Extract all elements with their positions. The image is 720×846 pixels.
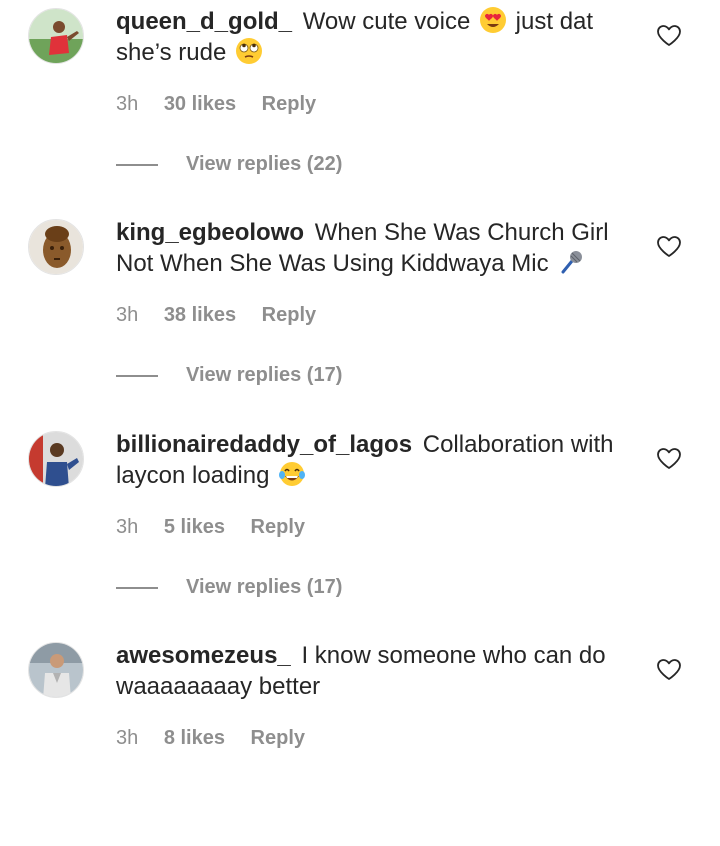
tears-of-joy-emoji-icon xyxy=(278,460,306,488)
reply-button[interactable]: Reply xyxy=(251,516,305,538)
reply-button[interactable]: Reply xyxy=(262,93,316,115)
comment-username[interactable]: king_egbeolowo xyxy=(116,219,304,246)
comment-meta: 3h 8 likes Reply xyxy=(116,722,305,754)
comment-meta: 3h 30 likes Reply xyxy=(116,88,316,120)
replies-divider xyxy=(116,375,158,377)
comment-username[interactable]: awesomezeus_ xyxy=(116,642,291,669)
comment-text: queen_d_gold_ Wow cute voice just dat sh… xyxy=(116,6,616,68)
view-replies-button[interactable]: View replies (17) xyxy=(186,571,342,603)
view-replies-button[interactable]: View replies (22) xyxy=(186,148,342,180)
comment-item: awesomezeus_ I know someone who can do w… xyxy=(0,634,720,846)
comment-likes[interactable]: 30 likes xyxy=(164,93,236,115)
avatar[interactable] xyxy=(28,642,84,698)
view-replies-button[interactable]: View replies (17) xyxy=(186,359,342,391)
comment-username[interactable]: billionairedaddy_of_lagos xyxy=(116,431,412,458)
eye-roll-emoji-icon xyxy=(235,37,263,65)
like-heart-icon[interactable] xyxy=(656,24,682,48)
like-heart-icon[interactable] xyxy=(656,447,682,471)
replies-divider xyxy=(116,587,158,589)
comment-time: 3h xyxy=(116,93,139,115)
comment-text: awesomezeus_ I know someone who can do w… xyxy=(116,640,616,702)
comment-body: Wow cute voice xyxy=(302,8,471,35)
comment-item: king_egbeolowo When She Was Church Girl … xyxy=(0,211,720,423)
microphone-emoji-icon xyxy=(557,248,585,276)
comment-likes[interactable]: 8 likes xyxy=(164,727,225,749)
comment-time: 3h xyxy=(116,727,139,749)
comment-username[interactable]: queen_d_gold_ xyxy=(116,8,292,35)
heart-eyes-emoji-icon xyxy=(479,6,507,34)
avatar[interactable] xyxy=(28,8,84,64)
avatar[interactable] xyxy=(28,431,84,487)
comment-item: queen_d_gold_ Wow cute voice just dat sh… xyxy=(0,0,720,212)
avatar[interactable] xyxy=(28,219,84,275)
comment-likes[interactable]: 38 likes xyxy=(164,304,236,326)
reply-button[interactable]: Reply xyxy=(262,304,316,326)
comment-time: 3h xyxy=(116,304,139,326)
like-heart-icon[interactable] xyxy=(656,658,682,682)
replies-divider xyxy=(116,164,158,166)
comment-time: 3h xyxy=(116,516,139,538)
comment-item: billionairedaddy_of_lagos Collaboration … xyxy=(0,423,720,635)
comment-meta: 3h 5 likes Reply xyxy=(116,511,305,543)
comment-likes[interactable]: 5 likes xyxy=(164,516,225,538)
like-heart-icon[interactable] xyxy=(656,235,682,259)
comment-text: billionairedaddy_of_lagos Collaboration … xyxy=(116,429,616,491)
comment-text: king_egbeolowo When She Was Church Girl … xyxy=(116,217,616,279)
reply-button[interactable]: Reply xyxy=(251,727,305,749)
comment-meta: 3h 38 likes Reply xyxy=(116,299,316,331)
